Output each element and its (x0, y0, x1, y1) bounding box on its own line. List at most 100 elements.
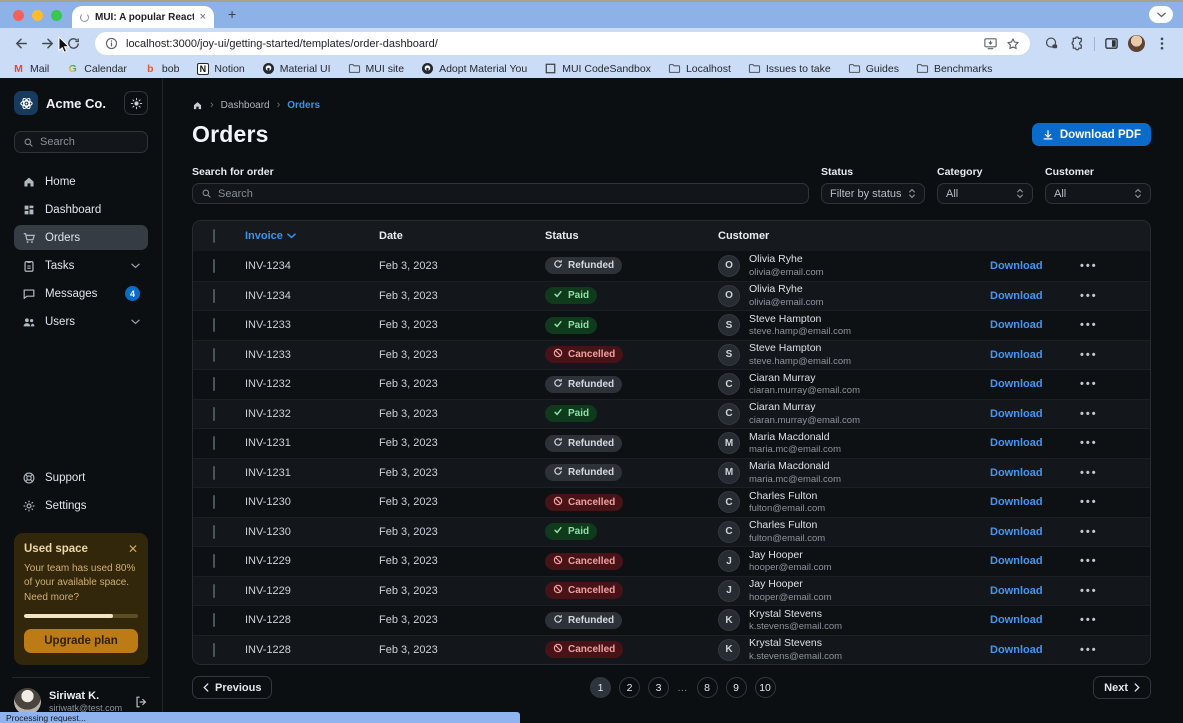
reload-button[interactable] (64, 34, 83, 53)
page-button[interactable]: 3 (648, 677, 669, 698)
row-checkbox[interactable] (213, 643, 215, 657)
bookmark-item[interactable]: G Calendar (66, 62, 127, 75)
download-link[interactable]: Download (990, 585, 1043, 597)
download-link[interactable]: Download (990, 526, 1043, 538)
row-menu-icon[interactable]: ••• (1080, 585, 1098, 597)
next-page-button[interactable]: Next (1093, 676, 1151, 699)
download-link[interactable]: Download (990, 319, 1043, 331)
browser-tab[interactable]: MUI: A popular React UI fram × (72, 6, 214, 28)
row-menu-icon[interactable]: ••• (1080, 614, 1098, 626)
sidebar-search[interactable] (14, 131, 148, 153)
close-icon[interactable]: ✕ (128, 543, 138, 555)
download-link[interactable]: Download (990, 614, 1043, 626)
logout-icon[interactable] (134, 695, 148, 709)
download-link[interactable]: Download (990, 437, 1043, 449)
sidebar-search-input[interactable] (40, 136, 139, 148)
sidebar-item-tasks[interactable]: Tasks (14, 253, 148, 278)
window-controls[interactable] (13, 10, 62, 21)
download-link[interactable]: Download (990, 290, 1043, 302)
row-checkbox[interactable] (213, 554, 215, 568)
bookmark-item[interactable]: N Notion (196, 62, 244, 75)
password-extension-icon[interactable] (1042, 34, 1061, 53)
page-button[interactable]: 8 (697, 677, 718, 698)
sidebar-item-home[interactable]: Home (14, 169, 148, 194)
bookmark-item[interactable]: b bob (144, 62, 180, 75)
row-menu-icon[interactable]: ••• (1080, 437, 1098, 449)
theme-toggle-button[interactable] (124, 91, 148, 115)
browser-menu-icon[interactable] (1152, 34, 1171, 53)
order-search-input[interactable] (218, 188, 800, 200)
previous-page-button[interactable]: Previous (192, 676, 272, 699)
row-checkbox[interactable] (213, 348, 215, 362)
customer-filter-select[interactable]: All (1045, 183, 1151, 204)
row-checkbox[interactable] (213, 377, 215, 391)
download-link[interactable]: Download (990, 644, 1043, 656)
tab-search-button[interactable] (1149, 6, 1173, 23)
page-button[interactable]: 1 (590, 677, 611, 698)
upgrade-plan-button[interactable]: Upgrade plan (24, 629, 138, 653)
page-button[interactable]: 9 (726, 677, 747, 698)
order-search[interactable] (192, 183, 809, 204)
sidebar-item-users[interactable]: Users (14, 309, 148, 334)
minimize-window-button[interactable] (32, 10, 43, 21)
row-menu-icon[interactable]: ••• (1080, 319, 1098, 331)
select-all-checkbox[interactable] (213, 229, 215, 243)
row-menu-icon[interactable]: ••• (1080, 408, 1098, 420)
row-menu-icon[interactable]: ••• (1080, 378, 1098, 390)
sidebar-item-dashboard[interactable]: Dashboard (14, 197, 148, 222)
row-checkbox[interactable] (213, 613, 215, 627)
forward-button[interactable] (38, 34, 57, 53)
row-menu-icon[interactable]: ••• (1080, 467, 1098, 479)
bookmark-item[interactable]: Material UI (262, 62, 331, 75)
row-checkbox[interactable] (213, 407, 215, 421)
row-menu-icon[interactable]: ••• (1080, 349, 1098, 361)
row-menu-icon[interactable]: ••• (1080, 260, 1098, 272)
page-button[interactable]: 2 (619, 677, 640, 698)
new-tab-button[interactable]: + (228, 6, 236, 22)
row-menu-icon[interactable]: ••• (1080, 496, 1098, 508)
sidebar-item-support[interactable]: Support (14, 466, 148, 491)
install-icon[interactable] (983, 36, 998, 51)
column-header-invoice[interactable]: Invoice (245, 230, 379, 242)
close-window-button[interactable] (13, 10, 24, 21)
row-menu-icon[interactable]: ••• (1080, 526, 1098, 538)
extensions-icon[interactable] (1068, 34, 1087, 53)
bookmark-item[interactable]: Guides (848, 62, 899, 75)
download-link[interactable]: Download (990, 555, 1043, 567)
download-link[interactable]: Download (990, 496, 1043, 508)
row-checkbox[interactable] (213, 259, 215, 273)
site-info-icon[interactable] (105, 37, 118, 50)
row-checkbox[interactable] (213, 318, 215, 332)
bookmark-item[interactable]: Localhost (668, 62, 731, 75)
row-menu-icon[interactable]: ••• (1080, 644, 1098, 656)
sidebar-item-messages[interactable]: Messages 4 (14, 281, 148, 306)
row-checkbox[interactable] (213, 289, 215, 303)
bookmark-star-icon[interactable] (1006, 37, 1020, 51)
back-button[interactable] (12, 34, 31, 53)
download-pdf-button[interactable]: Download PDF (1032, 123, 1151, 146)
row-menu-icon[interactable]: ••• (1080, 290, 1098, 302)
download-link[interactable]: Download (990, 467, 1043, 479)
download-link[interactable]: Download (990, 408, 1043, 420)
breadcrumb-dashboard[interactable]: Dashboard (221, 100, 270, 111)
category-filter-select[interactable]: All (937, 183, 1033, 204)
page-button[interactable]: 10 (755, 677, 776, 698)
download-link[interactable]: Download (990, 378, 1043, 390)
download-link[interactable]: Download (990, 349, 1043, 361)
maximize-window-button[interactable] (51, 10, 62, 21)
row-checkbox[interactable] (213, 495, 215, 509)
download-link[interactable]: Download (990, 260, 1043, 272)
row-checkbox[interactable] (213, 525, 215, 539)
split-view-icon[interactable] (1102, 34, 1121, 53)
row-checkbox[interactable] (213, 436, 215, 450)
bookmark-item[interactable]: MUI CodeSandbox (544, 62, 651, 75)
tab-close-icon[interactable]: × (200, 12, 206, 23)
url-bar[interactable]: localhost:3000/joy-ui/getting-started/te… (95, 32, 1030, 55)
sidebar-item-orders[interactable]: Orders (14, 225, 148, 250)
sidebar-item-settings[interactable]: Settings (14, 494, 148, 519)
row-menu-icon[interactable]: ••• (1080, 555, 1098, 567)
bookmark-item[interactable]: Benchmarks (916, 62, 992, 75)
bookmark-item[interactable]: MUI site (348, 62, 405, 75)
profile-avatar[interactable] (1128, 35, 1145, 52)
bookmark-item[interactable]: Adopt Material You (421, 62, 527, 75)
